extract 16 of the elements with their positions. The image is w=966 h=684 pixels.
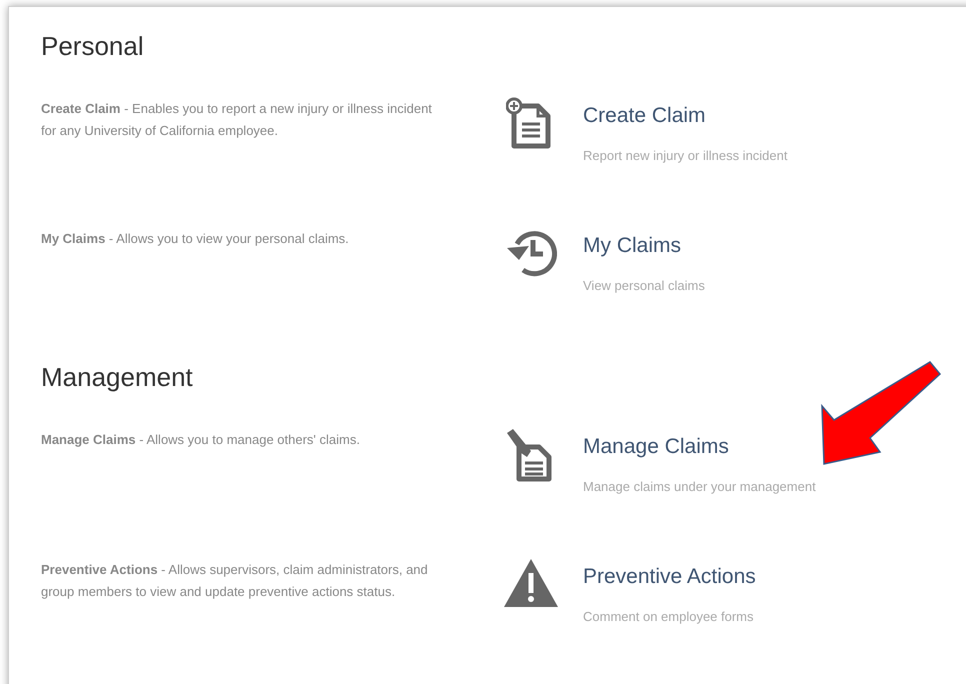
arrow-icon	[818, 360, 943, 468]
feature-subtitle: View personal claims	[583, 276, 705, 295]
feature-description: Preventive Actions - Allows supervisors, claim administrators, and group members to view and update preventive actions status.	[41, 561, 429, 601]
feature-link[interactable]: Preventive Actions	[583, 561, 756, 592]
feature-subtitle: Manage claims under your management	[583, 478, 816, 496]
feature-description: Manage Claims - Allows you to manage others' claims.	[41, 431, 361, 449]
feature-link[interactable]: Create Claim	[583, 100, 788, 132]
section-heading: Personal	[41, 30, 145, 63]
feature-description: My Claims - Allows you to view your personal claims.	[41, 230, 350, 248]
feature-link[interactable]: My Claims	[583, 230, 705, 262]
section-heading: Management	[41, 361, 194, 394]
warning-icon	[502, 557, 560, 609]
feature-subtitle: Comment on employee forms	[583, 608, 755, 626]
feature-description: Create Claim - Enables you to report a new injury or illness incident for any University of California employee.	[41, 100, 433, 140]
feature-link[interactable]: Manage Claims	[583, 431, 816, 462]
feature-subtitle: Report new injury or illness incident	[583, 146, 788, 165]
